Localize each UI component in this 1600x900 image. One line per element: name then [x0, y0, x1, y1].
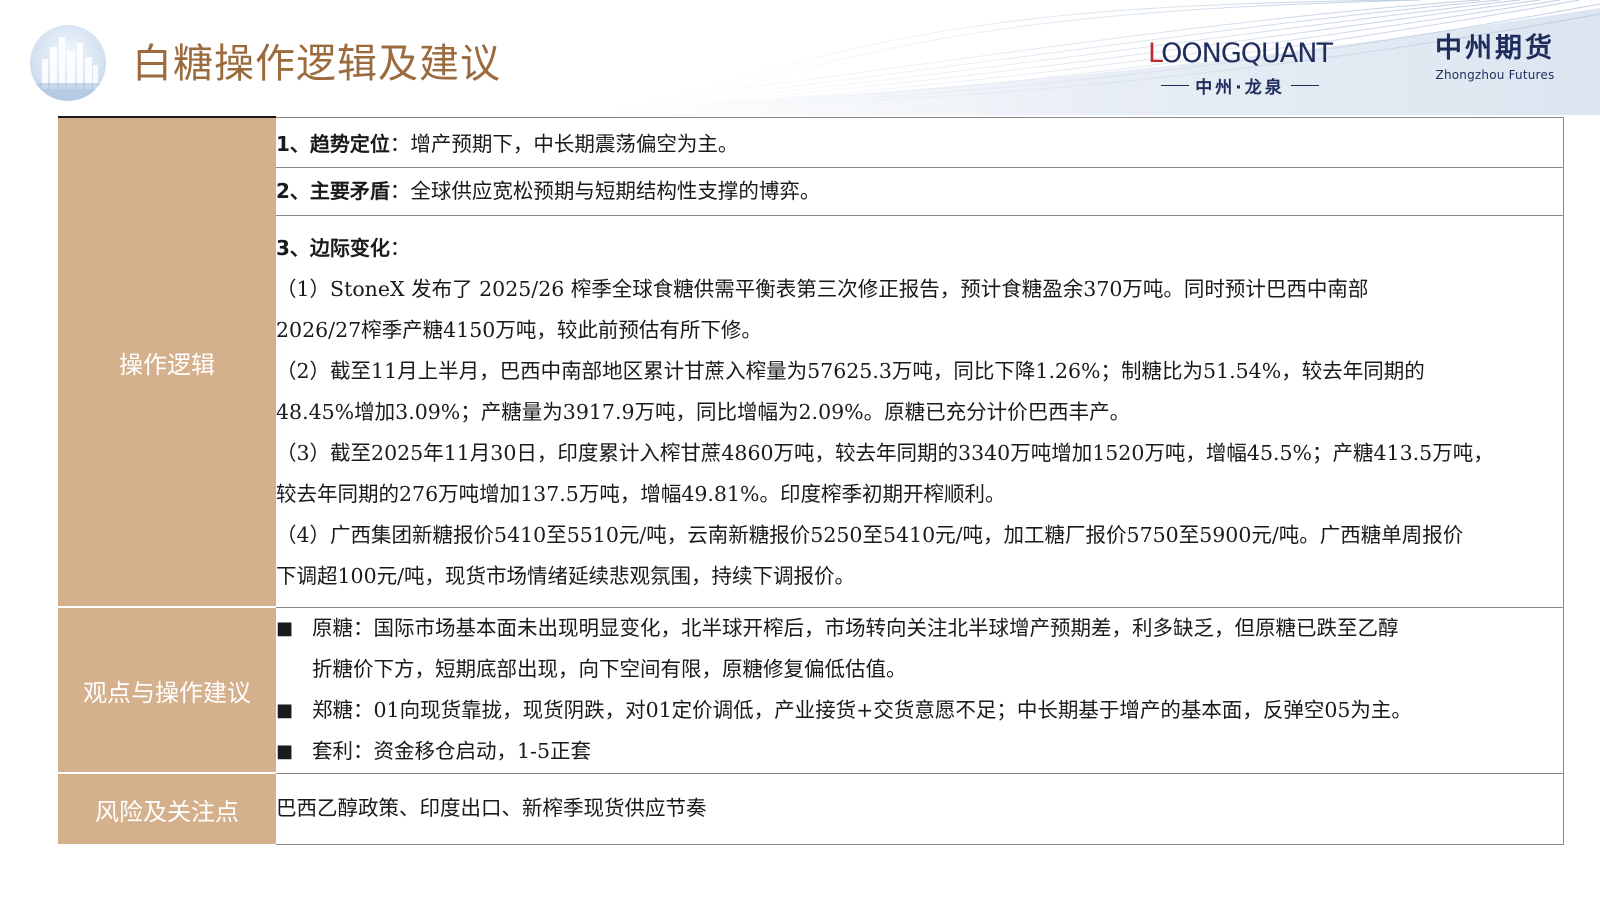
advice-arbitrage: ■ 套利：资金移仓启动，1-5正套: [276, 731, 1563, 772]
advice-zheng-sugar-text: 郑糖：01向现货靠拢，现货阴跌，对01定价调低，产业接货+交货意愿不足；中长期基…: [312, 698, 1412, 722]
logic-item-marginal-text: ：: [389, 236, 411, 260]
bullet-square-icon: ■: [276, 700, 294, 721]
logic-row: 操作逻辑 1、趋势定位：增产预期下，中长期震荡偏空为主。 2、主要矛盾：全球供应…: [58, 116, 1564, 608]
loongquant-sub: 中州·龙泉: [1145, 73, 1335, 98]
logic-item-marginal-head: 3、边际变化: [276, 236, 390, 260]
logic-item-conflict-text: ：全球供应宽松预期与短期结构性支撑的博弈。: [389, 179, 821, 203]
advice-zheng-sugar: ■ 郑糖：01向现货靠拢，现货阴跌，对01定价调低，产业接货+交货意愿不足；中长…: [276, 690, 1563, 731]
advice-content: ■ 原糖：国际市场基本面未出现明显变化，北半球开榨后，市场转向关注北半球增产预期…: [276, 607, 1564, 774]
strategy-table: 操作逻辑 1、趋势定位：增产预期下，中长期震荡偏空为主。 2、主要矛盾：全球供应…: [58, 116, 1564, 845]
logic-label: 操作逻辑: [58, 116, 276, 608]
logic-item-conflict: 2、主要矛盾：全球供应宽松预期与短期结构性支撑的博弈。: [276, 168, 1563, 216]
logic-line: （2）截至11月上半月，巴西中南部地区累计甘蔗入榨量为57625.3万吨，同比下…: [276, 359, 1425, 383]
page-title: 白糖操作逻辑及建议: [132, 41, 501, 87]
logic-line: （3）截至2025年11月30日，印度累计入榨甘蔗4860万吨，较去年同期的33…: [276, 441, 1494, 465]
city-skyline-icon: [30, 25, 106, 101]
zhongzhou-logo: 中州期货 Zhongzhou Futures: [1420, 34, 1570, 82]
advice-arbitrage-text: 套利：资金移仓启动，1-5正套: [312, 739, 592, 763]
logic-item-trend-text: ：增产预期下，中长期震荡偏空为主。: [389, 132, 739, 156]
logic-line: 较去年同期的276万吨增加137.5万吨，增幅49.81%。印度榨季初期开榨顺利…: [276, 482, 1006, 506]
loongquant-wordmark: LOONGQUANT: [1148, 38, 1333, 69]
risk-row: 风险及关注点 巴西乙醇政策、印度出口、新榨季现货供应节奏: [58, 773, 1564, 845]
risk-text: 巴西乙醇政策、印度出口、新榨季现货供应节奏: [276, 796, 707, 820]
loongquant-sub-text: 中州·龙泉: [1195, 78, 1285, 98]
logic-item-marginal: 3、边际变化：: [276, 228, 1563, 269]
advice-label: 观点与操作建议: [58, 607, 276, 774]
logic-line: （1）StoneX 发布了 2025/26 榨季全球食糖供需平衡表第三次修正报告…: [276, 277, 1369, 301]
logic-line: 下调超100元/吨，现货市场情绪延续悲观氛围，持续下调报价。: [276, 564, 856, 588]
bullet-square-icon: ■: [276, 741, 294, 762]
logic-item-trend: 1、趋势定位：增产预期下，中长期震荡偏空为主。: [276, 121, 1563, 168]
zhongzhou-cn: 中州期货: [1435, 33, 1555, 64]
logic-item-conflict-head: 2、主要矛盾: [276, 179, 390, 203]
advice-row: 观点与操作建议 ■ 原糖：国际市场基本面未出现明显变化，北半球开榨后，市场转向关…: [58, 607, 1564, 774]
bullet-square-icon: ■: [276, 618, 294, 639]
advice-raw-sugar: ■ 原糖：国际市场基本面未出现明显变化，北半球开榨后，市场转向关注北半球增产预期…: [276, 608, 1563, 649]
zhongzhou-en: Zhongzhou Futures: [1435, 67, 1555, 82]
advice-raw-sugar-cont: 折糖价下方，短期底部出现，向下空间有限，原糖修复偏低估值。: [312, 657, 907, 681]
logic-line: 2026/27榨季产糖4150万吨，较此前预估有所下修。: [276, 318, 762, 342]
logic-line: 48.45%增加3.09%；产糖量为3917.9万吨，同比增幅为2.09%。原糖…: [276, 400, 1131, 424]
risk-label: 风险及关注点: [58, 773, 276, 844]
advice-raw-sugar-text: 原糖：国际市场基本面未出现明显变化，北半球开榨后，市场转向关注北半球增产预期差，…: [312, 616, 1399, 640]
logic-content: 1、趋势定位：增产预期下，中长期震荡偏空为主。 2、主要矛盾：全球供应宽松预期与…: [276, 116, 1564, 608]
loongquant-logo: LOONGQUANT 中州·龙泉: [1145, 40, 1335, 100]
logic-item-trend-head: 1、趋势定位: [276, 132, 390, 156]
risk-content: 巴西乙醇政策、印度出口、新榨季现货供应节奏: [276, 773, 1564, 845]
logic-line: （4）广西集团新糖报价5410至5510元/吨，云南新糖报价5250至5410元…: [276, 523, 1464, 547]
